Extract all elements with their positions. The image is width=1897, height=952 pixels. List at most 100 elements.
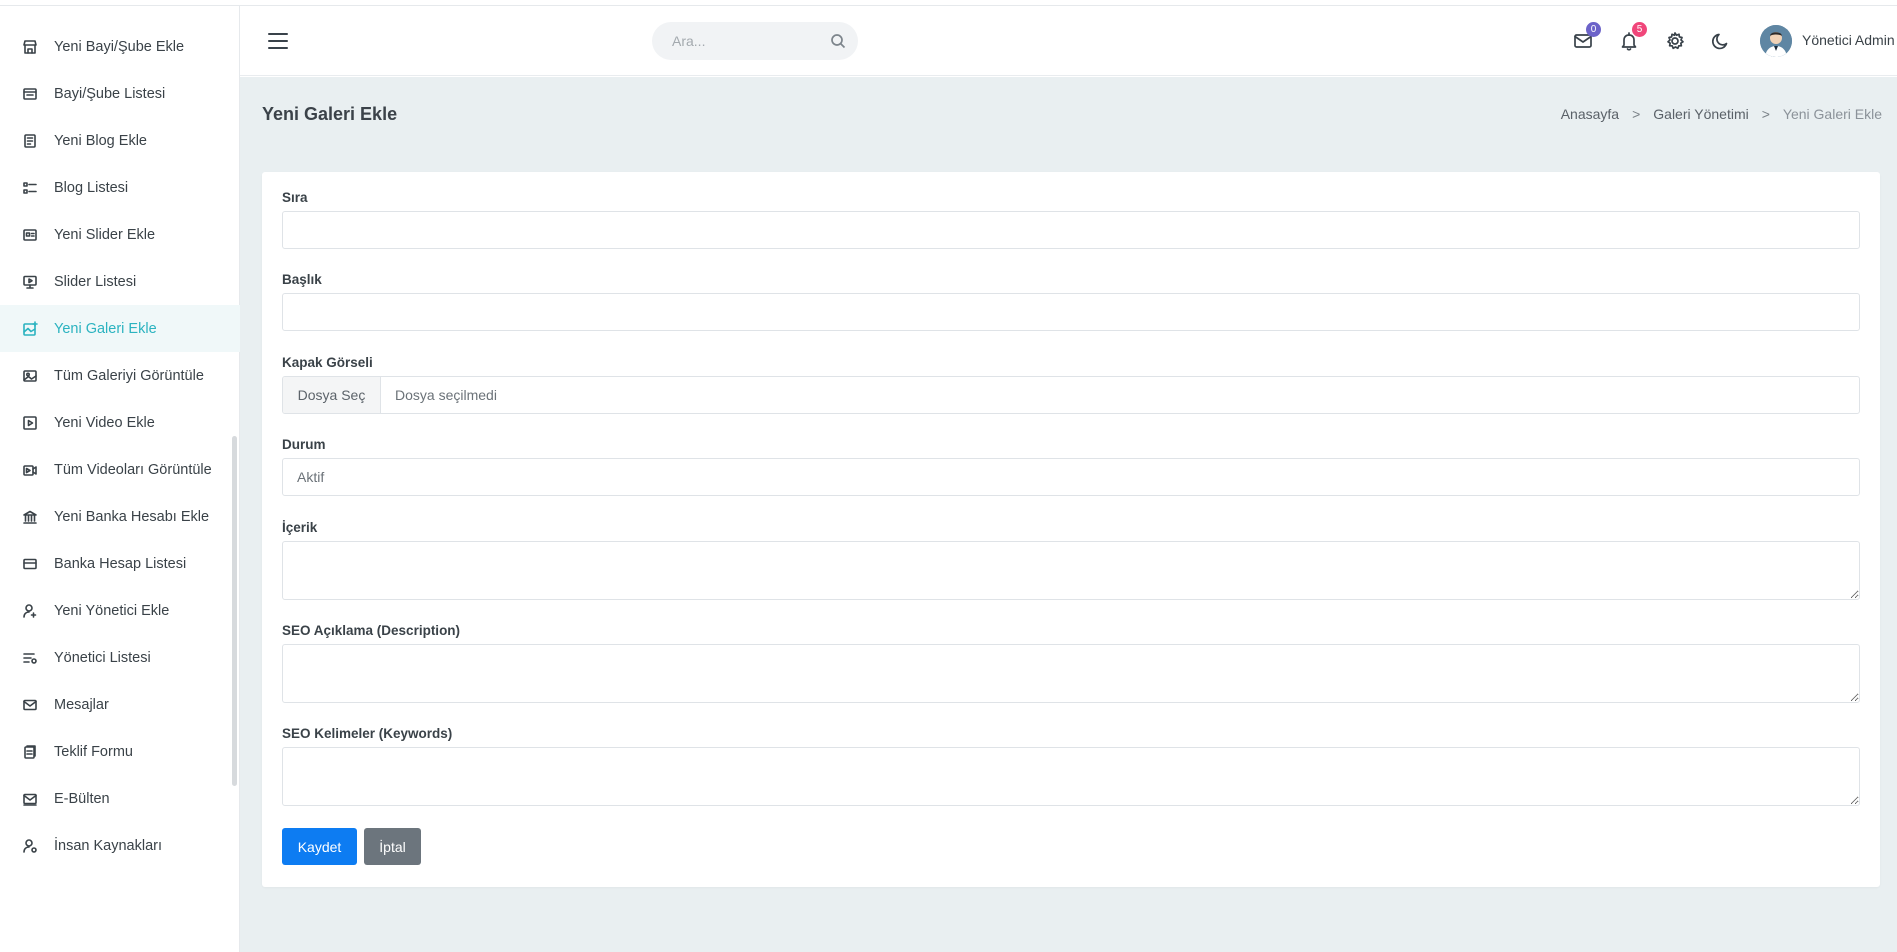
user-add-icon — [22, 603, 38, 619]
status-select[interactable]: Aktif — [282, 458, 1860, 496]
choose-file-button[interactable]: Dosya Seç — [283, 377, 381, 413]
gallery-form-card: Sıra Başlık Kapak Görseli Dosya Seç Dosy… — [262, 172, 1880, 887]
cover-image-label: Kapak Görseli — [282, 355, 373, 370]
moon-icon — [1711, 33, 1728, 50]
breadcrumb: Anasayfa > Galeri Yönetimi > Yeni Galeri… — [1561, 106, 1882, 122]
seo-description-field-group: SEO Açıklama (Description) — [282, 623, 1860, 703]
sidebar-item-label: Yeni Video Ekle — [54, 414, 155, 431]
status-label: Durum — [282, 437, 326, 452]
breadcrumb-current: Yeni Galeri Ekle — [1782, 106, 1882, 122]
breadcrumb-separator-icon: > — [1761, 106, 1770, 122]
sidebar-item-hr[interactable]: İnsan Kaynakları — [0, 822, 240, 869]
sidebar-item-new-gallery[interactable]: Yeni Galeri Ekle — [0, 305, 240, 352]
sidebar-item-label: E-Bülten — [54, 790, 110, 807]
sidebar-item-label: Mesajlar — [54, 696, 109, 713]
sidebar-item-new-bank-account[interactable]: Yeni Banka Hesabı Ekle — [0, 493, 240, 540]
sidebar-item-slider-list[interactable]: Slider Listesi — [0, 258, 240, 305]
gear-icon — [1667, 32, 1684, 50]
title-input[interactable] — [282, 293, 1860, 331]
cover-image-field-group: Kapak Görseli Dosya Seç Dosya seçilmedi — [282, 355, 1860, 414]
seo-description-textarea[interactable] — [282, 644, 1860, 703]
seo-description-label: SEO Açıklama (Description) — [282, 623, 461, 638]
sidebar: Yeni Bayi/Şube Ekle Bayi/Şube Listesi Ye… — [0, 6, 240, 952]
video-icon — [22, 415, 38, 431]
content-field-group: İçerik — [282, 520, 1860, 600]
content-label: İçerik — [282, 520, 318, 535]
sidebar-scrollbar[interactable] — [232, 436, 237, 786]
sidebar-item-new-slider[interactable]: Yeni Slider Ekle — [0, 211, 240, 258]
document-icon — [22, 133, 38, 149]
sidebar-item-all-videos[interactable]: Tüm Videoları Görüntüle — [0, 446, 240, 493]
sidebar-item-blog-list[interactable]: Blog Listesi — [0, 164, 240, 211]
sidebar-item-admin-list[interactable]: Yönetici Listesi — [0, 634, 240, 681]
notification-button[interactable]: 5 — [1618, 22, 1647, 52]
avatar[interactable] — [1760, 25, 1792, 57]
sidebar-item-label: Tüm Videoları Görüntüle — [54, 461, 212, 478]
title-label: Başlık — [282, 272, 322, 287]
breadcrumb-gallery-management[interactable]: Galeri Yönetimi — [1653, 106, 1748, 122]
dark-mode-toggle[interactable] — [1710, 30, 1732, 52]
sidebar-item-new-admin[interactable]: Yeni Yönetici Ekle — [0, 587, 240, 634]
sidebar-item-label: İnsan Kaynakları — [54, 837, 163, 854]
order-field-group: Sıra — [282, 190, 1860, 249]
sidebar-item-label: Yeni Bayi/Şube Ekle — [54, 38, 185, 55]
mail-count-badge: 0 — [1586, 22, 1601, 37]
store-list-icon — [22, 86, 38, 102]
sidebar-item-new-video[interactable]: Yeni Video Ekle — [0, 399, 240, 446]
sidebar-item-label: Yeni Slider Ekle — [54, 226, 156, 243]
sidebar-item-label: Tüm Galeriyi Görüntüle — [54, 367, 204, 384]
image-icon — [22, 368, 38, 384]
seo-keywords-label: SEO Kelimeler (Keywords) — [282, 726, 453, 741]
order-input[interactable] — [282, 211, 1860, 249]
sidebar-item-label: Banka Hesap Listesi — [54, 555, 187, 572]
cancel-button[interactable]: İptal — [364, 828, 421, 865]
mail-button[interactable]: 0 — [1572, 22, 1601, 52]
search-box — [652, 22, 858, 60]
notification-count-badge: 5 — [1632, 22, 1647, 37]
sidebar-item-label: Yeni Blog Ekle — [54, 132, 147, 149]
menu-toggle-icon[interactable] — [268, 33, 288, 49]
list-icon — [22, 180, 38, 196]
save-button[interactable]: Kaydet — [282, 828, 357, 865]
sidebar-item-label: Slider Listesi — [54, 273, 137, 290]
sidebar-item-new-dealer[interactable]: Yeni Bayi/Şube Ekle — [0, 23, 240, 70]
sidebar-item-dealer-list[interactable]: Bayi/Şube Listesi — [0, 70, 240, 117]
mail-icon — [22, 697, 38, 713]
store-icon — [22, 39, 38, 55]
sidebar-item-quote-form[interactable]: Teklif Formu — [0, 728, 240, 775]
sidebar-item-label: Blog Listesi — [54, 179, 129, 196]
sidebar-item-bank-list[interactable]: Banka Hesap Listesi — [0, 540, 240, 587]
user-avatar-icon — [1760, 25, 1792, 57]
status-selected-value: Aktif — [297, 469, 325, 485]
form-icon — [22, 744, 38, 760]
seo-keywords-textarea[interactable] — [282, 747, 1860, 806]
sidebar-item-label: Yönetici Listesi — [54, 649, 151, 666]
title-field-group: Başlık — [282, 272, 1860, 331]
sidebar-item-newsletter[interactable]: E-Bülten — [0, 775, 240, 822]
file-status-text: Dosya seçilmedi — [395, 387, 497, 403]
page-title: Yeni Galeri Ekle — [262, 104, 398, 124]
search-input[interactable] — [652, 22, 822, 60]
sidebar-item-new-blog[interactable]: Yeni Blog Ekle — [0, 117, 240, 164]
breadcrumb-separator-icon: > — [1632, 106, 1641, 122]
search-icon[interactable] — [830, 33, 846, 49]
sidebar-item-label: Bayi/Şube Listesi — [54, 85, 166, 102]
top-header: 0 5 Yönetici Admin — [240, 6, 1897, 76]
sidebar-item-all-gallery[interactable]: Tüm Galeriyi Görüntüle — [0, 352, 240, 399]
user-name[interactable]: Yönetici Admin — [1802, 32, 1895, 48]
cover-image-file-input[interactable]: Dosya Seç Dosya seçilmedi — [282, 376, 1860, 414]
settings-button[interactable] — [1664, 30, 1686, 52]
sidebar-item-label: Yeni Yönetici Ekle — [54, 602, 170, 619]
bank-icon — [22, 509, 38, 525]
gallery-add-icon — [22, 320, 38, 337]
sidebar-item-label: Teklif Formu — [54, 743, 133, 760]
order-label: Sıra — [282, 190, 308, 205]
video-list-icon — [22, 462, 38, 478]
content-textarea[interactable] — [282, 541, 1860, 600]
sidebar-item-messages[interactable]: Mesajlar — [0, 681, 240, 728]
breadcrumb-home[interactable]: Anasayfa — [1561, 106, 1619, 122]
monitor-icon — [22, 274, 38, 290]
status-field-group: Durum Aktif — [282, 437, 1860, 496]
user-list-icon — [22, 650, 38, 666]
sidebar-item-label: Yeni Banka Hesabı Ekle — [54, 508, 210, 525]
